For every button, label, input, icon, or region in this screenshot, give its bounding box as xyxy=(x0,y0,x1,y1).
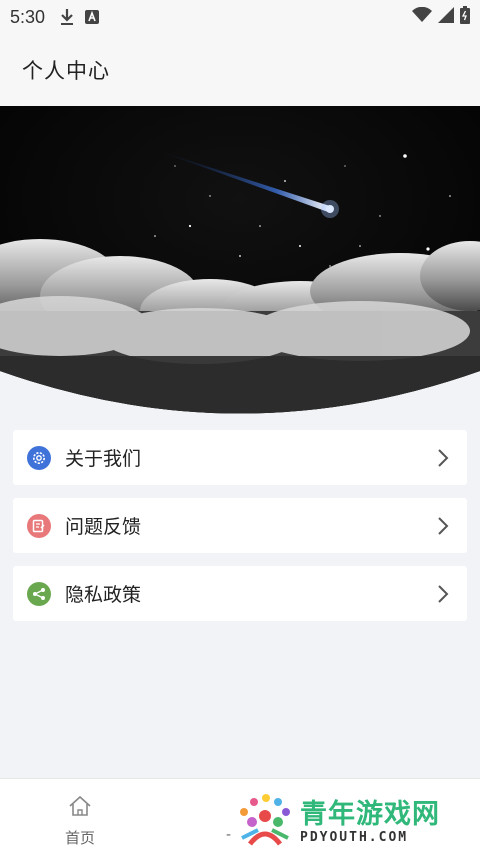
status-bar: 5:30 xyxy=(0,0,480,34)
menu-item-about-us[interactable]: 关于我们 xyxy=(13,430,467,485)
app-bar: 个人中心 xyxy=(0,34,480,106)
chevron-right-icon xyxy=(435,516,451,536)
nav-tab-home-label: 首页 xyxy=(64,829,95,847)
status-time: 5:30 xyxy=(10,6,46,27)
share-icon xyxy=(27,581,51,606)
download-icon xyxy=(59,8,75,26)
wifi-icon xyxy=(412,6,432,27)
edit-icon xyxy=(27,513,51,538)
nav-tab-second-label[interactable]: - xyxy=(226,827,231,843)
watermark-logo-icon xyxy=(236,792,294,852)
menu-item-label: 隐私政策 xyxy=(65,584,142,606)
menu-item-label: 关于我们 xyxy=(65,448,142,470)
battery-icon xyxy=(460,6,470,28)
a-badge-icon xyxy=(85,10,100,24)
watermark: 青年游戏网 PDYOUTH.COM xyxy=(236,792,472,852)
chevron-right-icon xyxy=(435,584,451,604)
watermark-subtitle: PDYOUTH.COM xyxy=(300,829,409,845)
menu-item-feedback[interactable]: 问题反馈 xyxy=(13,498,467,553)
home-icon xyxy=(68,795,92,821)
watermark-title: 青年游戏网 xyxy=(300,798,440,830)
nav-tab-home[interactable]: 首页 xyxy=(50,795,110,848)
chevron-right-icon xyxy=(435,448,451,468)
signal-icon xyxy=(438,7,454,27)
hero-night-sky-image xyxy=(0,106,480,414)
menu-list: 关于我们 问题反馈 隐私政策 xyxy=(13,430,467,634)
gear-icon xyxy=(27,445,51,470)
hero-banner xyxy=(0,106,480,416)
menu-item-privacy-policy[interactable]: 隐私政策 xyxy=(13,566,467,621)
page-title: 个人中心 xyxy=(22,59,110,83)
menu-item-label: 问题反馈 xyxy=(65,516,142,538)
